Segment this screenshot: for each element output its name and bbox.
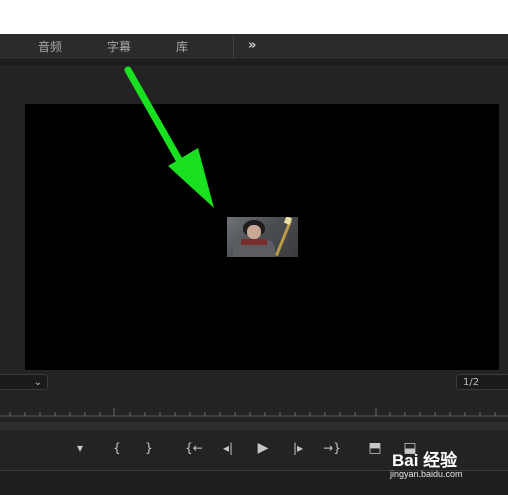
- baidu-watermark: Bai 经验 jingyan.baidu.com: [386, 442, 508, 486]
- watermark-brand: Bai 经验: [392, 451, 458, 470]
- arrow-shaft: [124, 66, 190, 176]
- annotation-arrow: [124, 66, 214, 208]
- watermark-url: jingyan.baidu.com: [390, 469, 463, 479]
